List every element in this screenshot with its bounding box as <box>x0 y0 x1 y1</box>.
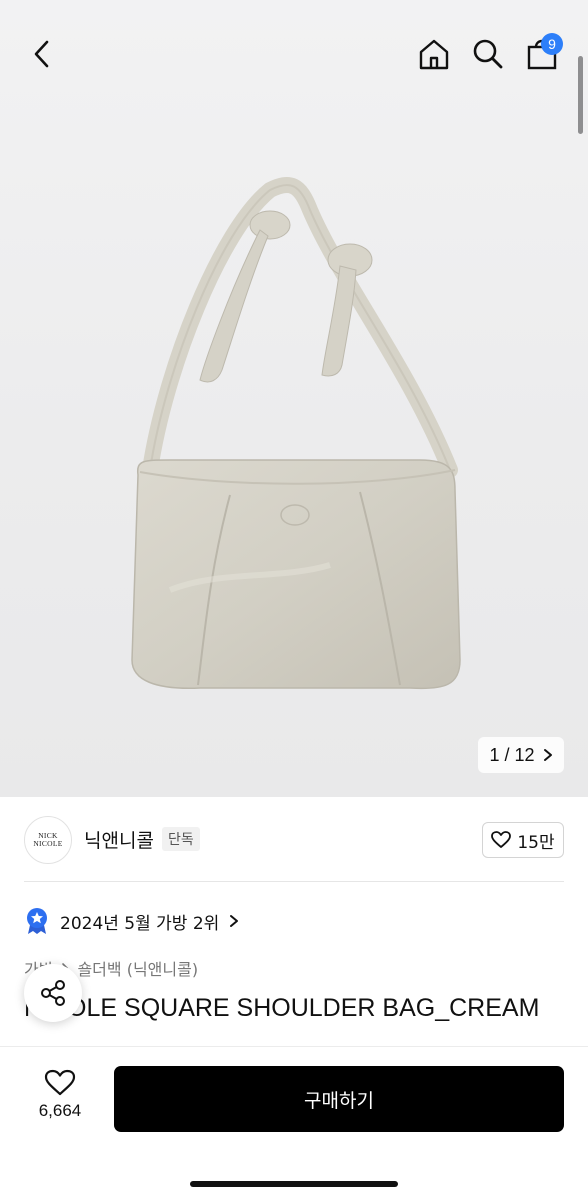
chevron-right-icon <box>543 749 552 761</box>
brand-like-count: 15만 <box>517 832 555 853</box>
ranking-link[interactable]: 2024년 5월 가방 2위 <box>24 905 239 937</box>
chevron-left-icon <box>34 40 49 68</box>
ranking-text: 2024년 5월 가방 2위 <box>60 913 220 934</box>
image-counter-text: 1 / 12 <box>489 744 535 765</box>
buy-button[interactable]: 구매하기 <box>114 1066 564 1132</box>
search-icon <box>473 39 503 69</box>
share-button[interactable] <box>24 964 82 1022</box>
product-image-gallery[interactable]: 9 1 / 12 <box>0 0 588 797</box>
divider <box>24 881 564 882</box>
breadcrumb-subcategory[interactable]: 숄더백 (닉앤니콜) <box>77 956 198 980</box>
image-counter-button[interactable]: 1 / 12 <box>478 737 564 773</box>
scrollbar[interactable] <box>578 56 583 134</box>
share-icon <box>41 980 65 1006</box>
bottom-action-bar: 6,664 구매하기 <box>0 1046 588 1200</box>
product-image[interactable] <box>110 170 480 710</box>
ranking-medal-icon <box>27 908 47 934</box>
home-indicator <box>190 1181 398 1187</box>
exclusive-badge: 단독 <box>162 827 200 851</box>
cart-count-badge: 9 <box>541 33 563 55</box>
heart-icon <box>491 831 512 848</box>
brand-logo-line2: NICOLE <box>33 839 63 848</box>
search-button[interactable] <box>468 34 508 74</box>
brand-row: NICK NICOLE 닉앤니콜 단독 15만 <box>0 808 588 880</box>
brand-like-button[interactable]: 15만 <box>482 822 564 858</box>
wishlist-count: 6,664 <box>38 1101 82 1120</box>
home-icon <box>419 39 449 70</box>
brand-logo[interactable]: NICK NICOLE <box>24 816 72 864</box>
back-button[interactable] <box>22 34 62 74</box>
chevron-right-icon <box>230 915 239 927</box>
wishlist-button[interactable]: 6,664 <box>24 1069 96 1121</box>
heart-icon <box>44 1069 76 1096</box>
home-button[interactable] <box>414 34 454 74</box>
top-navigation-bar: 9 <box>0 0 588 134</box>
brand-name[interactable]: 닉앤니콜 <box>84 826 154 853</box>
product-title: NICOLE SQUARE SHOULDER BAG_CREAM <box>24 994 540 1022</box>
